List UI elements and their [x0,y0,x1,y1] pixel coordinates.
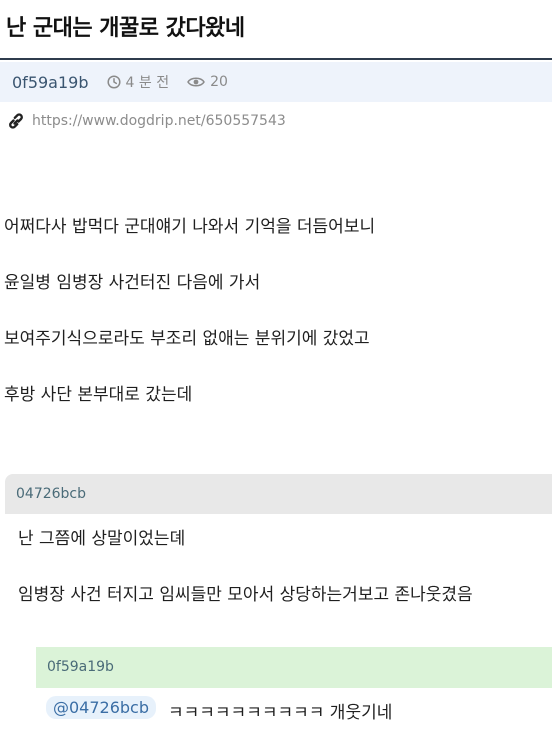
post-url-link[interactable]: https://www.dogdrip.net/650557543 [32,113,286,129]
post-body-line: 후방 사단 본부대로 갔는데 [4,385,193,405]
comment-text-line: 임병장 사건 터지고 임씨들만 모아서 상당하는거보고 존나웃겼음 [18,585,473,605]
post-meta-bar: 0f59a19b 4 분 전 20 [0,62,552,102]
reply-header: 0f59a19b [36,647,552,688]
post-body-line: 보여주기식으로라도 부조리 없애는 분위기에 갔었고 [4,329,370,349]
title-divider [0,58,552,60]
comment-header: 04726bcb [5,474,552,514]
link-icon [9,113,23,129]
post-views-count: 20 [210,74,228,90]
comment-text-line: 난 그쯤에 상말이었는뎨 [18,529,186,549]
reply-mention-tag[interactable]: @04726bcb [46,696,157,719]
post-title: 난 군대는 개꿀로 갔다왔네 [6,16,245,41]
reply-author[interactable]: 0f59a19b [47,659,114,675]
post-time: 4 분 전 [106,72,170,92]
post-body-line: 어쩌다사 밥먹다 군대얘기 나와서 기억을 더듬어보니 [4,217,376,237]
post-link-row: https://www.dogdrip.net/650557543 [6,112,286,130]
eye-icon [187,77,205,87]
post-time-text: 4 분 전 [125,75,170,91]
reply-text: ㅋㅋㅋㅋㅋㅋㅋㅋㅋㅋ 개웃기네 [168,703,393,723]
post-body-line: 윤일병 임병장 사건터진 다음에 가서 [4,273,261,293]
comment-author[interactable]: 04726bcb [16,486,86,502]
post-author[interactable]: 0f59a19b [12,73,89,92]
post-views: 20 [187,74,228,90]
clock-icon [106,75,121,89]
